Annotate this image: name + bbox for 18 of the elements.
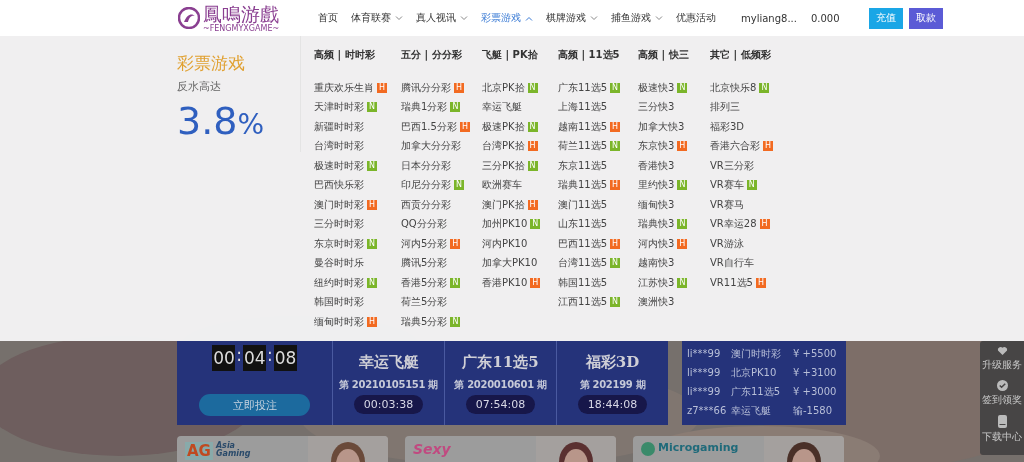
caret-icon <box>525 15 533 21</box>
caret-icon <box>655 15 663 21</box>
caret-icon <box>590 15 598 21</box>
nav-item[interactable]: 优惠活动 <box>676 11 716 25</box>
logo-name: 鳳鳴游戲 <box>203 3 280 24</box>
nav-item[interactable]: 彩票游戏 <box>481 11 533 25</box>
phoenix-logo-icon <box>178 7 200 29</box>
nav-item[interactable]: 真人视讯 <box>416 11 468 25</box>
withdraw-button[interactable]: 取款 <box>908 7 943 29</box>
nav-item[interactable]: 棋牌游戏 <box>546 11 598 25</box>
username: myliang8... <box>741 12 797 24</box>
nav-item[interactable]: 捕鱼游戏 <box>611 11 663 25</box>
nav-item[interactable]: 体育联赛 <box>351 11 403 25</box>
caret-icon <box>460 15 468 21</box>
balance: 0.000 <box>810 12 840 24</box>
caret-icon <box>395 15 403 21</box>
nav-item[interactable]: 首页 <box>318 11 338 25</box>
logo-tagline: ~FENGMYXGAME~ <box>203 23 280 33</box>
